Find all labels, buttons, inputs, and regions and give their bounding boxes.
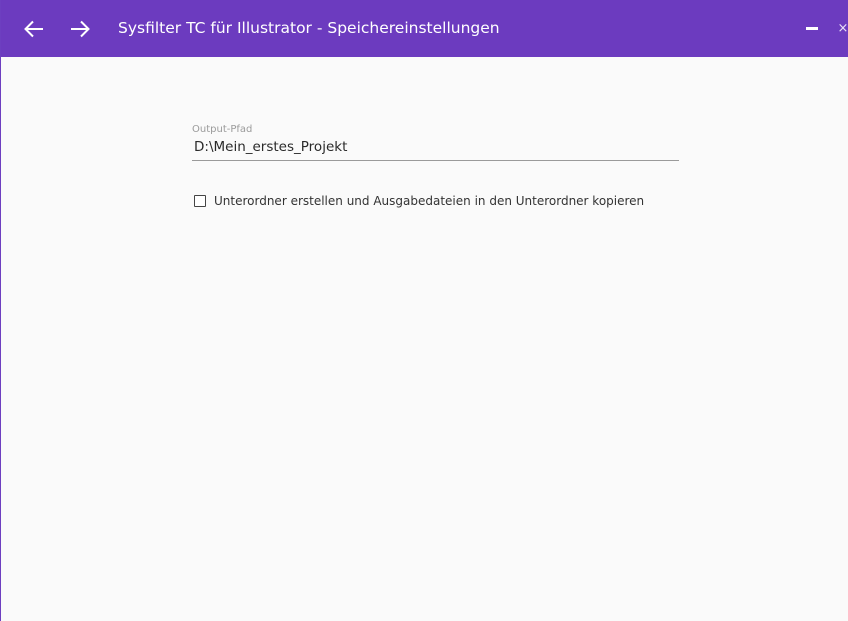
title-bar: Sysfilter TC für Illustrator - Speichere… [1, 0, 848, 57]
window-title: Sysfilter TC für Illustrator - Speichere… [118, 19, 500, 37]
close-icon: × [837, 21, 848, 36]
minimize-button[interactable] [797, 0, 827, 57]
forward-button[interactable] [67, 16, 93, 42]
minimize-icon [806, 27, 818, 30]
close-button[interactable]: × [831, 0, 848, 57]
subfolder-option[interactable]: Unterordner erstellen und Ausgabedateien… [194, 194, 644, 208]
back-button[interactable] [21, 16, 47, 42]
settings-panel: Output-Pfad Unterordner erstellen und Au… [1, 57, 848, 621]
output-path-field: Output-Pfad [192, 123, 679, 161]
app-window: Sysfilter TC für Illustrator - Speichere… [0, 0, 848, 621]
output-path-label: Output-Pfad [192, 124, 253, 135]
arrow-left-icon [24, 20, 43, 38]
output-path-input[interactable] [192, 139, 679, 161]
arrow-right-icon [71, 20, 90, 38]
subfolder-checkbox[interactable] [194, 195, 206, 207]
subfolder-checkbox-label: Unterordner erstellen und Ausgabedateien… [214, 194, 645, 208]
